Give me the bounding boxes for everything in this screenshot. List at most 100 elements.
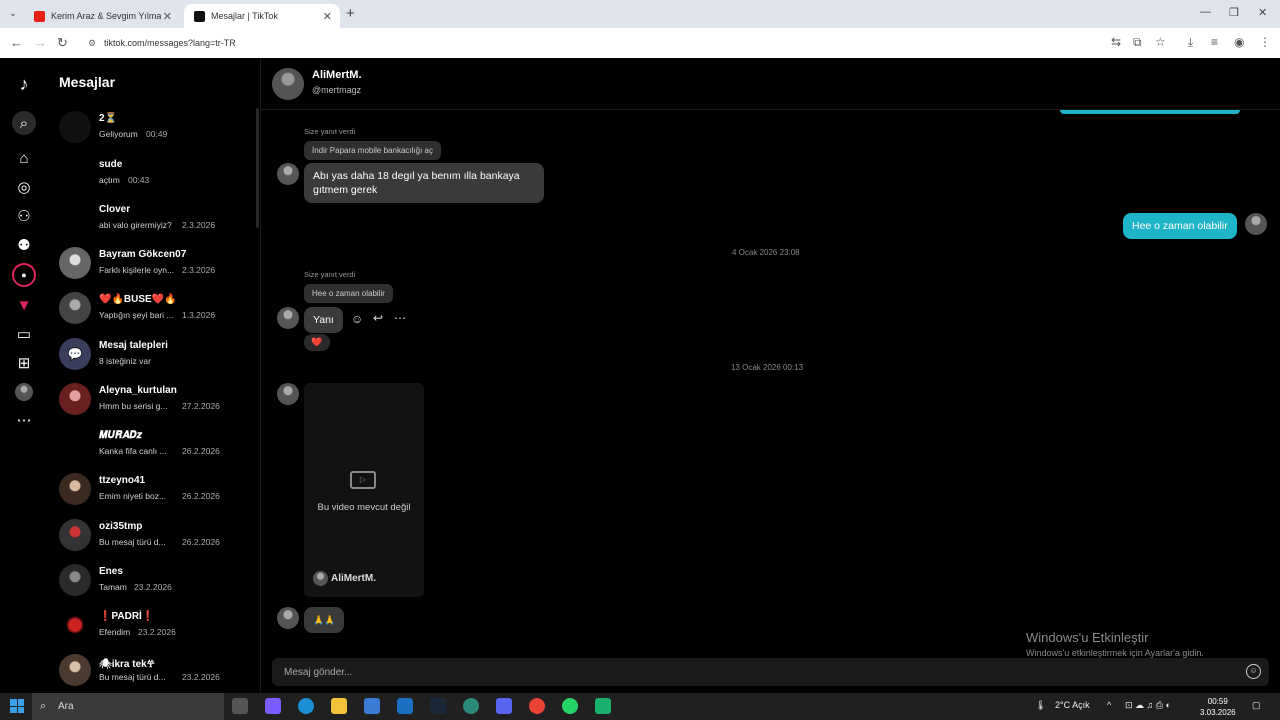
profile-avatar-icon[interactable] — [12, 380, 36, 404]
avatar[interactable] — [277, 307, 299, 329]
conversation-time: 26.2.2026 — [182, 537, 220, 547]
avatar[interactable] — [277, 163, 299, 185]
search-icon[interactable]: ⌕ — [12, 111, 36, 135]
start-button[interactable] — [10, 699, 24, 713]
message-bubble[interactable]: Abı yas daha 18 degıl ya benım ılla bank… — [304, 163, 544, 203]
browser-tab-tiktok[interactable]: Mesajlar | TikTok ✕ — [184, 4, 340, 28]
profile-icon[interactable]: ◉ — [1234, 35, 1244, 49]
reply-quote[interactable]: İndir Papara mobile bankacılığı aç — [304, 141, 441, 160]
weather-text[interactable]: 2°C Açık — [1055, 700, 1090, 710]
download-icon[interactable]: ⤓ — [1188, 35, 1193, 50]
tray-icons[interactable]: ⊡ ☁ ♫ ⎙ ◐ — [1125, 700, 1171, 711]
taskbar-search[interactable]: ⌕ Ara — [32, 693, 224, 720]
taskbar-clock[interactable]: 00:59 3.03.2026 — [1200, 696, 1236, 718]
discord-icon[interactable] — [496, 698, 512, 714]
conversation-item[interactable]: sude açtım 00:43 — [59, 154, 249, 194]
activate-windows-title: Windows'u Etkinleştir — [1026, 630, 1149, 645]
avatar[interactable] — [277, 383, 299, 405]
store-icon[interactable] — [364, 698, 380, 714]
avatar[interactable] — [277, 607, 299, 629]
message-requests-item[interactable]: 💬 Mesaj talepleri 8 isteğiniz var — [59, 335, 249, 375]
message-input[interactable] — [272, 658, 1232, 686]
conversation-item[interactable]: 𝑴𝑼𝑹𝑨𝑫𝒛 Kanka fifa canlı ... 26.2.2026 — [59, 425, 249, 465]
react-emoji-icon[interactable]: ☺ — [351, 312, 363, 326]
reply-quote[interactable]: Hee o zaman olabilir — [304, 284, 393, 303]
explore-icon[interactable]: ◎ — [12, 175, 36, 199]
conversation-preview: Efendim — [99, 627, 131, 637]
inbox-icon[interactable]: ▭ — [12, 322, 36, 346]
restore-icon[interactable]: ❐ — [1229, 6, 1239, 19]
reply-arrow-icon[interactable]: ↩ — [373, 311, 383, 325]
shared-video-card[interactable]: ▷ Bu video mevcut değil AliMertM. — [304, 383, 424, 597]
reload-icon[interactable]: ↻ — [57, 35, 68, 51]
minimize-icon[interactable]: — — [1200, 6, 1211, 18]
close-tab-icon[interactable]: ✕ — [323, 10, 332, 23]
close-tab-icon[interactable]: ✕ — [163, 10, 172, 23]
notification-icon[interactable]: ▢ — [1252, 700, 1261, 711]
forward-icon[interactable]: → — [34, 35, 47, 50]
chat-contact-name[interactable]: AliMertM. — [312, 69, 362, 81]
date-separator: 4 Ocak 2026 23:08 — [732, 248, 800, 257]
task-view-icon[interactable] — [232, 698, 248, 714]
conversation-item[interactable]: ttzeyno41 Emim niyeti boz... 26.2.2026 — [59, 470, 249, 510]
translate-icon[interactable]: ⇆ — [1111, 35, 1121, 49]
tray-chevron-icon[interactable]: ^ — [1107, 700, 1111, 710]
conversation-item[interactable]: Clover abi valo girermiyiz? 2.3.2026 — [59, 199, 249, 239]
conversation-name: Mesaj talepleri — [99, 340, 168, 351]
site-info-icon[interactable]: ⚙ — [88, 34, 96, 52]
avatar — [59, 609, 91, 641]
weather-icon[interactable]: 🌡 — [1035, 700, 1046, 711]
app-icon[interactable] — [463, 698, 479, 714]
more-options-icon[interactable]: ⋯ — [394, 311, 406, 325]
install-icon[interactable]: ⧉ — [1133, 35, 1142, 50]
avatar — [59, 519, 91, 551]
media-icon[interactable]: ≡ — [1211, 35, 1218, 49]
url-field[interactable]: ⚙ tiktok.com/messages?lang=tr-TR — [84, 34, 1104, 52]
friends-icon[interactable]: ⚉ — [12, 233, 36, 257]
following-icon[interactable]: ⚇ — [12, 204, 36, 228]
avatar[interactable] — [272, 68, 304, 100]
reaction-badge[interactable]: ❤️ — [304, 334, 330, 351]
conversation-item[interactable]: Enes Tamam 23.2.2026 — [59, 561, 249, 601]
whatsapp-icon[interactable] — [562, 698, 578, 714]
outlook-icon[interactable] — [397, 698, 413, 714]
new-tab-button[interactable]: + — [346, 5, 355, 22]
menu-icon[interactable]: ⋮ — [1259, 35, 1271, 49]
home-icon[interactable]: ⌂ — [12, 146, 36, 170]
bookmark-star-icon[interactable]: ☆ — [1155, 35, 1166, 49]
sidebar-scrollbar[interactable] — [256, 108, 259, 228]
tab-search-icon[interactable]: ⌄ — [6, 6, 20, 20]
copilot-icon[interactable] — [265, 698, 281, 714]
chrome-icon[interactable] — [529, 698, 545, 714]
live-icon[interactable]: ● — [12, 263, 36, 287]
conversation-preview: Farklı kişilerle oyn... — [99, 265, 175, 275]
conversation-name: 🕷ikra tek𖣂 — [99, 659, 155, 670]
close-window-icon[interactable]: ✕ — [1258, 6, 1267, 19]
edge-icon[interactable] — [298, 698, 314, 714]
message-bubble[interactable]: Yanı — [304, 307, 343, 333]
browser-tab-youtube[interactable]: Kerim Araz & Sevgim Yılmaz - D ✕ — [24, 4, 180, 28]
messages-send-icon[interactable]: ▼ — [12, 293, 36, 317]
steam-icon[interactable] — [430, 698, 446, 714]
tab-title: Mesajlar | TikTok — [211, 11, 278, 21]
tiktok-logo-icon[interactable]: ♪ — [12, 72, 36, 96]
conversation-item[interactable]: ozi35tmp Bu mesaj türü d... 26.2.2026 — [59, 516, 249, 556]
emoji-icon[interactable]: ☺ — [1246, 664, 1261, 679]
conversation-item[interactable]: Bayram Gökcen07 Farklı kişilerle oyn... … — [59, 244, 249, 284]
conversation-item[interactable]: ❤️🔥BUSE❤️🔥 Yaptığın şeyi bari ... 1.3.20… — [59, 289, 249, 329]
app-icon[interactable] — [595, 698, 611, 714]
conversation-preview: Kanka fifa canlı ... — [99, 446, 167, 456]
file-explorer-icon[interactable] — [331, 698, 347, 714]
more-icon[interactable]: ⋯ — [12, 408, 36, 432]
conversation-item[interactable]: 🕷ikra tek𖣂 Bu mesaj türü d... 23.2.2026 — [59, 651, 249, 691]
message-bubble[interactable]: 🙏🙏 — [304, 607, 345, 633]
conversation-time: 00:49 — [146, 129, 168, 139]
back-icon[interactable]: ← — [10, 35, 23, 50]
my-message-bubble[interactable]: Hee o zaman olabilir — [1123, 213, 1237, 239]
conversation-time: 26.2.2026 — [182, 491, 220, 501]
conversation-item[interactable]: 2⏳ Geliyorum 00:49 — [59, 108, 249, 148]
avatar — [59, 654, 91, 686]
upload-icon[interactable]: ⊞ — [12, 351, 36, 375]
conversation-item[interactable]: Aleyna_kurtulan Hmm bu serisi g... 27.2.… — [59, 380, 249, 420]
conversation-item[interactable]: ❗PADRİ❗ Efendim 23.2.2026 — [59, 606, 249, 646]
